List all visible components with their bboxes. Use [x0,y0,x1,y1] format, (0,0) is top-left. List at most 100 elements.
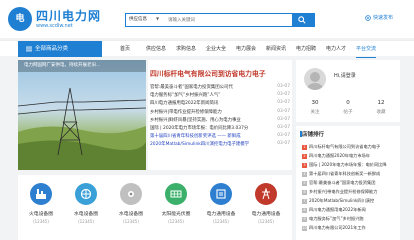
nav-item-companies[interactable]: 企业大全 [206,41,226,57]
wind-turbine-icon [120,183,142,205]
category-hydro-equipment[interactable]: 水电设备圈 (12345) [111,183,151,224]
rank-number: 4 [302,171,307,177]
quick-publish-label: 快速发布 [373,15,394,21]
nav-item-home[interactable]: 首页 [120,41,130,57]
ranking-item[interactable]: 4 第十届四川省青年科技创新奖—新鲜成 [302,171,397,180]
news-panel: 四川标杆电气有限公司到访省电力电子 官帮:最美奋斗者”国家电力投资集团公司代 03… [148,60,292,170]
site-logo[interactable]: 电 四川电力网 www.scdlw.net [8,7,103,33]
ranking-item-label: 四川电力有限公司2021年工作 [309,225,366,230]
news-item[interactable]: 四川电力通报用电2022年新闻简讯 03-07 [150,100,290,108]
news-item[interactable]: 官帮:最美奋斗者”国家电力投资集团公司代 03-07 [150,84,290,92]
menu-icon [26,46,32,51]
tower-icon [255,183,277,205]
news-item[interactable]: 乡村振兴|鲜虾风暴|坚持实施、用心为电力事业 03-07 [150,117,290,125]
ranking-item[interactable]: 3 国际 | 2020年电力市场年报：电价同比降 [302,162,397,171]
category-count: (12345) [123,219,139,224]
rank-number: 6 [302,189,307,195]
news-title: 乡村振兴|带电作业提升检修保障能力 [150,109,222,115]
logo-mark: 电 [8,7,32,31]
news-item[interactable]: 电力服务标”加气”乡村振兴跑”人气” 03-07 [150,92,290,100]
ranking-item[interactable]: 10 四川电力有限公司2021年工作 [302,225,397,234]
rank-number: 1 [302,144,307,150]
search-category-select[interactable]: 供应信息 [129,16,147,22]
stat-label: 收藏 [376,110,386,115]
rank-number: 2 [302,153,307,159]
chevron-down-icon[interactable]: ▼ [156,16,159,21]
category-label: 太阳能光伏圈 [161,212,191,217]
user-card: Hi,请登录 30 关注 0 帖子 12 收藏 [296,60,400,122]
search-input[interactable] [168,15,278,25]
category-general-equipment-2[interactable]: 电力通用设备 (12345) [246,183,286,224]
nav-item-jobs[interactable]: 电力招聘 [296,41,316,57]
nav-item-exhibitions[interactable]: 电力展会 [236,41,256,57]
news-item[interactable]: 乡村振兴|带电作业提升检修保障能力 03-07 [150,109,290,117]
category-label: 火电设备圈 [29,212,53,217]
news-title: 官帮:最美奋斗者”国家电力投资集团公司代 [150,85,233,90]
news-title: 第十届四川省青年科技创新奖评选 —— 新鲜成 [150,134,241,140]
ranking-item[interactable]: 6 乡村振兴|带电作业提升检修保障能力 [302,189,397,198]
all-categories-button[interactable]: 全部商品分类 [18,41,102,57]
news-date: 03-07 [277,92,290,98]
ranking-item-label: 第十届四川省青年科技创新奖—新鲜成 [309,171,381,176]
ranking-item-label: 四川电力通报2020年电力市场年 [309,153,370,158]
ranking-item[interactable]: 8 四川电力通报用电2022年新闻 [302,207,397,216]
news-title: 电力服务标”加气”乡村振兴跑”人气” [150,93,221,99]
ranking-item-label: 四川标杆电气有限公司到访省电力电子 [309,144,381,149]
category-count: (12345) [213,219,229,224]
quick-publish-link[interactable]: 快速发布 [365,14,393,21]
banner-carousel[interactable]: 电力网国网广安供电，持续开展老旧... [18,60,146,170]
power-plant-icon [30,183,52,205]
ranking-item-label: 2020年Matlab/Simulink四川演控 [309,198,375,203]
category-count: (12345) [33,219,49,224]
category-hydro-power[interactable]: 水电设备圈 (12345) [66,183,106,224]
nav-item-talent[interactable]: 电力人才 [326,41,346,57]
rank-number: 7 [302,198,307,204]
news-date: 03-07 [277,133,290,139]
news-item[interactable]: 国际 | 2020年电力市场年报：电价同比降3.037分 03-07 [150,125,290,133]
rank-number: 9 [302,216,307,222]
stat-label: 帖子 [343,110,353,115]
news-date: 03-07 [277,116,290,122]
news-item[interactable]: 2020年Matlab/Simulink四川演控电力电子建模学 03-07 [150,141,290,149]
all-categories-label: 全部商品分类 [35,46,69,52]
stat-label: 关注 [310,110,320,115]
banner-caption[interactable]: 电力网国网广安供电，持续开展老旧... [18,60,146,72]
transmission-tower-image [18,87,146,170]
stat-value: 30 [311,100,319,106]
nav-item-supply[interactable]: 供应信息 [146,41,166,57]
category-label: 水电设备圈 [119,212,143,217]
ranking-item[interactable]: 9 电力服务标”加气”乡村振兴跑 [302,216,397,225]
news-title: 乡村振兴|鲜虾风暴|坚持实施、用心为电力事业 [150,117,241,123]
avatar[interactable] [304,68,326,90]
stat-follow[interactable]: 30 关注 [298,100,332,115]
ranking-item[interactable]: 7 2020年Matlab/Simulink四川演控 [302,198,397,207]
ranking-item[interactable]: 5 官帮:最美奋斗者”国家电力投资集团 [302,180,397,189]
ranking-item-label: 官帮:最美奋斗者”国家电力投资集团 [309,180,376,185]
main-nav: 全部商品分类 首页 供应信息 求购信息 企业大全 电力展会 新闻资讯 电力招聘 … [0,40,414,58]
nav-item-news[interactable]: 新闻资讯 [266,41,286,57]
category-count: (12345) [258,219,274,224]
rank-number: 8 [302,207,307,213]
page: 电 四川电力网 www.scdlw.net 供应信息 ▼ 快速发布 [0,0,414,240]
category-thermal-power[interactable]: 火电设备圈 (12345) [21,183,61,224]
search-bar: 供应信息 ▼ [125,13,315,27]
category-label: 水电设备圈 [74,212,98,217]
category-count: (12345) [78,219,94,224]
rank-number: 10 [302,225,307,231]
news-headline[interactable]: 四川标杆电气有限公司到访省电力电子 [150,68,266,78]
news-date: 03-07 [277,84,290,89]
category-general-equipment[interactable]: 电力通用设备 (12345) [201,183,241,224]
ranking-item[interactable]: 1 四川标杆电气有限公司到访省电力电子 [302,144,397,153]
search-button[interactable] [292,14,314,26]
stat-posts[interactable]: 0 帖子 [331,100,365,115]
ranking-item-label: 四川电力通报用电2022年新闻 [309,207,366,212]
stat-favorites[interactable]: 12 收藏 [364,100,398,115]
carousel-dots [70,160,90,170]
nav-item-forum[interactable]: 平台交流 [356,41,377,58]
ranking-item-label: 乡村振兴|带电作业提升检修保障能力 [309,189,378,194]
login-link[interactable]: Hi,请登录 [334,72,356,79]
ranking-item[interactable]: 2 四川电力通报2020年电力市场年 [302,153,397,162]
nav-item-purchase[interactable]: 求购信息 [176,41,196,57]
news-item[interactable]: 第十届四川省青年科技创新奖评选 —— 新鲜成 03-07 [150,133,290,141]
category-solar[interactable]: 太阳能光伏圈 (12345) [156,183,196,224]
